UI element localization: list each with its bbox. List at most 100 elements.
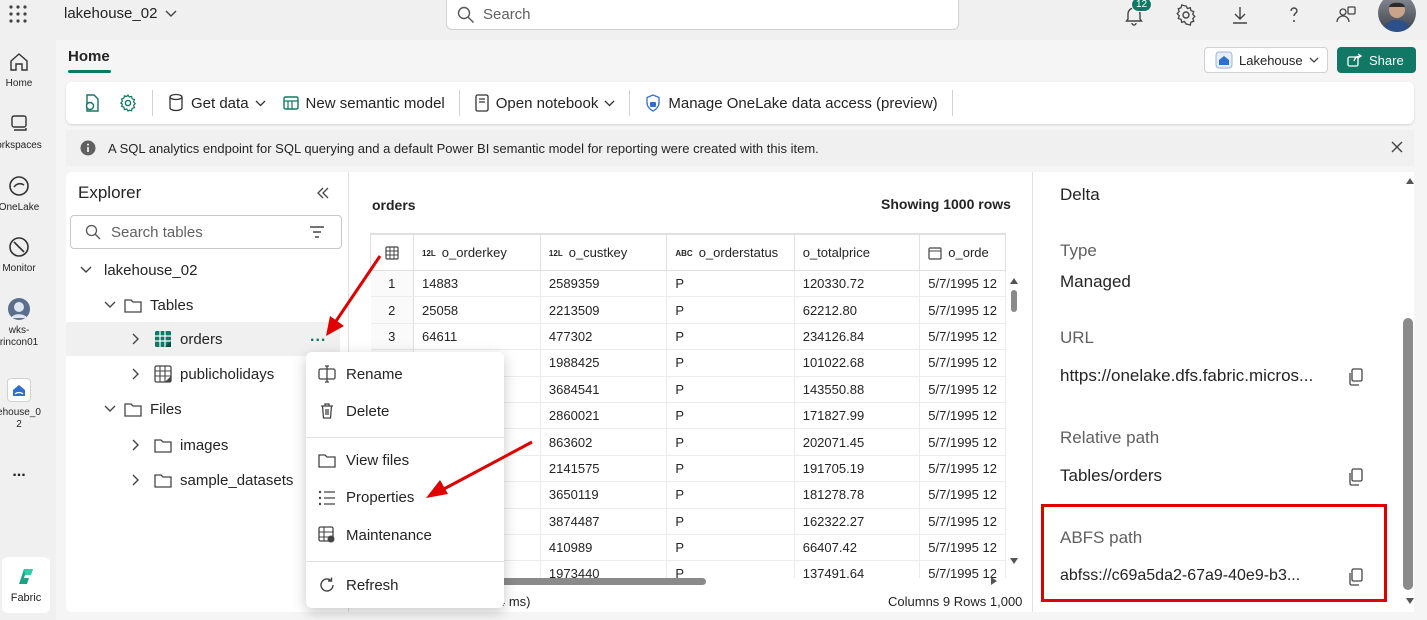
table-cell[interactable]: 191705.19 — [794, 455, 921, 483]
table-cell[interactable]: 3874487 — [540, 508, 668, 535]
tree-table-publicholidays[interactable]: publicholidays — [132, 357, 274, 391]
help-icon[interactable] — [1282, 3, 1306, 27]
scroll-down-icon[interactable] — [1406, 598, 1414, 604]
table-cell[interactable]: 3684541 — [540, 376, 668, 403]
tree-lakehouse-root[interactable]: lakehouse_02 — [80, 253, 197, 287]
table-cell[interactable]: 101022.68 — [794, 349, 921, 377]
table-cell[interactable]: 25058 — [413, 296, 541, 324]
table-cell[interactable]: 162322.27 — [794, 508, 921, 535]
rail-more-icon[interactable]: ... — [0, 464, 38, 480]
tree-folder-images[interactable]: images — [132, 428, 228, 462]
table-cell[interactable]: 5/7/1995 12 — [919, 428, 1006, 456]
rail-lakehouse-02[interactable]: ehouse_0 2 — [0, 378, 41, 431]
table-cell[interactable]: 863602 — [540, 428, 668, 456]
table-cell[interactable]: 2860021 — [540, 402, 668, 430]
tab-home[interactable]: Home — [68, 48, 110, 65]
table-cell[interactable]: 5/7/1995 12 — [919, 296, 1006, 324]
table-cell[interactable]: P — [666, 270, 795, 298]
column-header[interactable]: o_orde — [919, 234, 1006, 271]
app-launcher-icon[interactable] — [8, 4, 28, 24]
share-button[interactable]: Share — [1337, 47, 1416, 73]
filter-icon[interactable] — [309, 226, 325, 238]
table-cell[interactable]: 14883 — [413, 270, 541, 298]
close-icon[interactable] — [1390, 140, 1404, 154]
table-cell[interactable]: 410989 — [540, 534, 668, 562]
table-cell[interactable]: 137491.64 — [794, 560, 921, 578]
feedback-people-icon[interactable] — [1334, 3, 1358, 27]
table-cell[interactable]: 171827.99 — [794, 402, 921, 430]
table-cell[interactable]: 1973440 — [540, 560, 668, 578]
column-header[interactable]: o_totalprice — [793, 234, 921, 271]
table-cell[interactable]: 1988425 — [540, 349, 668, 377]
new-semantic-model-button[interactable]: New semantic model — [278, 94, 449, 112]
column-header[interactable]: 12L o_custkey — [539, 234, 668, 271]
table-cell[interactable]: P — [666, 349, 795, 377]
rail-monitor[interactable]: Monitor — [0, 235, 38, 275]
download-icon[interactable] — [1228, 3, 1252, 27]
table-cell[interactable]: P — [666, 481, 795, 509]
table-cell[interactable]: 202071.45 — [794, 428, 921, 456]
table-row[interactable]: 1 14883 2589359 P 120330.72 5/7/1995 12 — [370, 270, 1006, 298]
refresh-data-button[interactable] — [78, 93, 106, 113]
table-cell[interactable]: 5/7/1995 12 — [919, 534, 1006, 562]
menu-item-refresh[interactable]: Refresh — [318, 576, 399, 594]
table-cell[interactable]: P — [666, 296, 795, 324]
table-row[interactable]: 3 64611 477302 P 234126.84 5/7/1995 12 — [370, 323, 1006, 351]
scroll-up-icon[interactable] — [1406, 178, 1414, 184]
workspace-item-switcher[interactable]: lakehouse_02 — [64, 5, 177, 22]
grid-vertical-scrollbar[interactable] — [1008, 274, 1020, 574]
settings-button[interactable] — [114, 93, 142, 113]
menu-item-maintenance[interactable]: Maintenance — [318, 526, 432, 544]
table-cell[interactable]: 62212.80 — [794, 296, 921, 324]
table-cell[interactable]: 66407.42 — [794, 534, 921, 562]
table-cell[interactable]: 64611 — [413, 323, 541, 351]
global-search-input[interactable]: Search — [446, 0, 959, 30]
tree-tables-folder[interactable]: Tables — [104, 288, 193, 322]
copy-relative-path-icon[interactable] — [1348, 468, 1364, 486]
table-cell[interactable]: P — [666, 534, 795, 562]
table-row[interactable]: 2 25058 2213509 P 62212.80 5/7/1995 12 — [370, 296, 1006, 324]
manage-onelake-access-button[interactable]: Manage OneLake data access (preview) — [640, 93, 941, 113]
table-cell[interactable]: 5/7/1995 12 — [919, 323, 1006, 351]
rail-fabric-switcher[interactable]: Fabric — [2, 557, 50, 613]
rail-workspaces[interactable]: orkspaces — [0, 112, 42, 152]
column-header[interactable]: 12L o_orderkey — [413, 234, 541, 271]
table-cell[interactable]: P — [666, 376, 795, 403]
table-cell[interactable]: P — [666, 455, 795, 483]
get-data-button[interactable]: Get data — [163, 93, 270, 113]
column-header[interactable]: ABC o_orderstatus — [666, 234, 795, 271]
tree-files-folder[interactable]: Files — [104, 392, 182, 426]
table-cell[interactable]: 2141575 — [540, 455, 668, 483]
open-notebook-button[interactable]: Open notebook — [470, 93, 620, 113]
table-cell[interactable]: 2589359 — [540, 270, 668, 298]
table-cell[interactable]: 3650119 — [540, 481, 668, 509]
tree-table-orders[interactable]: orders — [132, 322, 223, 356]
settings-gear-icon[interactable] — [1174, 3, 1198, 27]
scroll-right-icon[interactable] — [990, 576, 998, 586]
menu-item-rename[interactable]: Rename — [318, 365, 403, 383]
table-cell[interactable]: 120330.72 — [794, 270, 921, 298]
grid-horizontal-scrollbar[interactable] — [478, 578, 706, 585]
tree-folder-sample-datasets[interactable]: sample_datasets — [132, 463, 293, 497]
table-cell[interactable]: 5/7/1995 12 — [919, 455, 1006, 483]
table-cell[interactable]: P — [666, 560, 795, 578]
table-cell[interactable]: 2213509 — [540, 296, 668, 324]
table-cell[interactable]: P — [666, 508, 795, 535]
properties-scrollbar[interactable] — [1403, 318, 1413, 590]
table-cell[interactable]: 5/7/1995 12 — [919, 376, 1006, 403]
table-cell[interactable]: 234126.84 — [794, 323, 921, 351]
copy-url-icon[interactable] — [1348, 368, 1364, 386]
table-cell[interactable]: 5/7/1995 12 — [919, 508, 1006, 535]
rail-home[interactable]: Home — [0, 50, 38, 90]
search-tables-input[interactable]: Search tables — [70, 215, 342, 249]
table-cell[interactable]: P — [666, 323, 795, 351]
table-cell[interactable]: 477302 — [540, 323, 668, 351]
rail-onelake[interactable]: OneLake — [0, 174, 39, 214]
item-type-dropdown[interactable]: Lakehouse — [1204, 47, 1328, 73]
table-cell[interactable]: P — [666, 428, 795, 456]
rail-workspace-wks-rincon01[interactable]: wks- rincon01 — [0, 296, 38, 349]
table-cell[interactable]: 143550.88 — [794, 376, 921, 403]
menu-item-view-files[interactable]: View files — [318, 452, 409, 469]
table-cell[interactable]: 5/7/1995 12 — [919, 402, 1006, 430]
menu-item-delete[interactable]: Delete — [318, 402, 389, 420]
